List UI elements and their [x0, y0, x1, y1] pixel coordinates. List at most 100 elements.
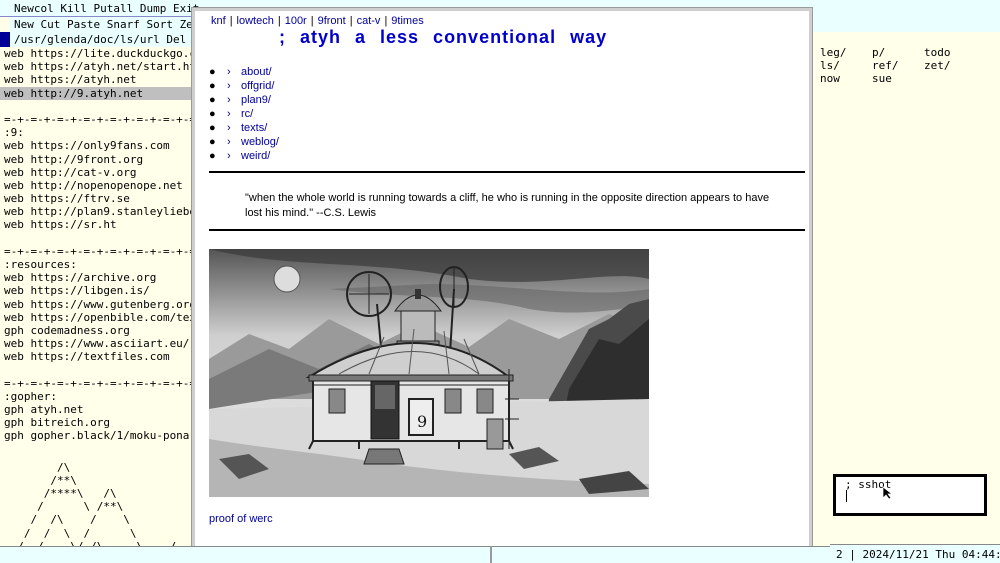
nav-link-9front[interactable]: 9front	[318, 15, 346, 27]
right-top-tag[interactable]	[810, 0, 1000, 17]
top-tag-text[interactable]: Newcol Kill Putall Dump Exit	[14, 2, 199, 15]
dome-house-illustration: 9	[209, 249, 649, 497]
url-line[interactable]: web https://atyh.net	[0, 73, 199, 86]
nav-link-knf[interactable]: knf	[211, 15, 226, 27]
separator-line[interactable]: =-+-=-+-=-+-=-+-=-+-=-+-=-+-=-	[0, 113, 199, 126]
browser-window[interactable]: knf | lowtech | 100r | 9front | cat-v | 9times ; a…	[192, 8, 812, 550]
chevron-right-icon: ›	[227, 136, 231, 148]
chevron-right-icon: ›	[227, 80, 231, 92]
ascii-art-line: / /\ / \	[4, 513, 130, 527]
nav-separator: |	[229, 15, 233, 27]
divider	[209, 171, 805, 173]
url-line[interactable]: web https://sr.ht	[0, 218, 199, 231]
menu-link[interactable]: weird/	[241, 150, 270, 162]
url-line[interactable]: gph codemadness.org	[0, 324, 199, 337]
file-entry[interactable]: zet/	[924, 59, 976, 72]
file-entry[interactable]: now	[820, 72, 872, 85]
url-line[interactable]: web https://openbible.com/text	[0, 311, 199, 324]
nav-link-100r[interactable]: 100r	[285, 15, 307, 27]
ascii-art-line: /\	[4, 460, 71, 474]
column-handle[interactable]	[0, 17, 10, 32]
file-entry[interactable]: leg/	[820, 46, 872, 59]
file-row: ls/ref/zet/	[820, 59, 1000, 72]
bullet-icon: ●	[209, 122, 216, 134]
section-heading[interactable]: :resources:	[0, 258, 199, 271]
menu-item[interactable]: ● › about/	[209, 65, 279, 79]
column-tag[interactable]: New Cut Paste Snarf Sort Zerox	[10, 17, 199, 32]
file-entry[interactable]: sue	[872, 72, 924, 85]
ascii-art-line: / / \ / \	[4, 526, 137, 540]
section-heading[interactable]: :gopher:	[0, 390, 199, 403]
nav-link-lowtech[interactable]: lowtech	[237, 15, 274, 27]
menu-link[interactable]: plan9/	[241, 94, 271, 106]
menu-item[interactable]: ● › plan9/	[209, 93, 279, 107]
nav-link-cat-v[interactable]: cat-v	[357, 15, 381, 27]
url-line[interactable]: web https://www.gutenberg.org/	[0, 298, 199, 311]
right-window-tag[interactable]	[810, 17, 1000, 32]
url-line[interactable]: web https://atyh.net/start.htm	[0, 60, 199, 73]
menu-link[interactable]: offgrid/	[241, 80, 274, 92]
url-line	[0, 232, 199, 245]
url-line[interactable]: web https://lite.duckduckgo.co	[0, 47, 199, 60]
menu-link[interactable]: rc/	[241, 108, 253, 120]
bullet-icon: ●	[209, 150, 216, 162]
column-boundary[interactable]	[490, 546, 492, 563]
file-row: now sue	[820, 72, 1000, 85]
file-list: leg/p/todo ls/ref/zet/now sue	[810, 32, 1000, 85]
url-line[interactable]: web https://www.asciiart.eu/	[0, 337, 199, 350]
menu-item[interactable]: ● › weblog/	[209, 135, 279, 149]
url-line[interactable]: gph bitreich.org	[0, 416, 199, 429]
url-line[interactable]: web https://textfiles.com	[0, 350, 199, 363]
url-line[interactable]: web https://ftrv.se	[0, 192, 199, 205]
left-column: New Cut Paste Snarf Sort Zerox /usr/glen…	[0, 17, 200, 563]
bottom-tag-strip[interactable]	[0, 546, 830, 563]
url-line[interactable]: web http://nopenopenope.net	[0, 179, 199, 192]
bullet-icon: ●	[209, 66, 216, 78]
file-entry[interactable]: p/	[872, 46, 924, 59]
chevron-right-icon: ›	[227, 150, 231, 162]
separator-line[interactable]: =-+-=-+-=-+-=-+-=-+-=-+-=-+-=-	[0, 245, 199, 258]
menu-item[interactable]: ● › offgrid/	[209, 79, 279, 93]
url-line[interactable]: web https://only9fans.com	[0, 139, 199, 152]
svg-text:9: 9	[417, 412, 427, 431]
file-entry[interactable]: ls/	[820, 59, 872, 72]
url-line	[0, 100, 199, 113]
mountain-ascii-art: /\ /**\ /****\ /\ / \ /**\ / /\ / \ / / …	[0, 443, 199, 553]
top-nav: knf | lowtech | 100r | 9front | cat-v | 9times	[211, 15, 424, 27]
file-entry[interactable]: ref/	[872, 59, 924, 72]
ascii-art-line: / \ /**\	[4, 500, 124, 514]
separator-line[interactable]: =-+-=-+-=-+-=-+-=-+-=-+-=-+-=-	[0, 377, 199, 390]
nav-link-9times[interactable]: 9times	[391, 15, 423, 27]
url-line[interactable]: web http://9front.org	[0, 153, 199, 166]
nav-separator: |	[349, 15, 353, 27]
bullet-icon: ●	[209, 80, 216, 92]
text-cursor	[846, 490, 847, 502]
status-clock: 2 | 2024/11/21 Thu 04:44:17	[830, 544, 1000, 563]
menu-link[interactable]: texts/	[241, 122, 267, 134]
menu-link[interactable]: weblog/	[241, 136, 279, 148]
nav-separator: |	[310, 15, 314, 27]
url-line[interactable]: gph atyh.net	[0, 403, 199, 416]
divider	[209, 229, 805, 231]
url-line[interactable]: web http://plan9.stanleylieber	[0, 205, 199, 218]
window-handle[interactable]	[0, 32, 10, 47]
url-line[interactable]: web https://libgen.is/	[0, 284, 199, 297]
url-line[interactable]: web https://archive.org	[0, 271, 199, 284]
nav-separator: |	[277, 15, 281, 27]
url-line[interactable]: web http://9.atyh.net	[0, 86, 199, 100]
menu-link[interactable]: about/	[241, 66, 272, 78]
url-line[interactable]: gph gopher.black/1/moku-pona	[0, 429, 199, 442]
section-heading[interactable]: :9:	[0, 126, 199, 139]
chevron-right-icon: ›	[227, 94, 231, 106]
menu-item[interactable]: ● › rc/	[209, 107, 279, 121]
footer-link[interactable]: proof of werc	[209, 513, 273, 525]
menu-item[interactable]: ● › texts/	[209, 121, 279, 135]
chevron-right-icon: ›	[227, 122, 231, 134]
file-row: leg/p/todo	[820, 46, 1000, 59]
url-line[interactable]: web http://cat-v.org	[0, 166, 199, 179]
menu-item[interactable]: ● › weird/	[209, 149, 279, 163]
window-tag[interactable]: /usr/glenda/doc/ls/url Del Sna	[10, 32, 199, 47]
bullet-icon: ●	[209, 94, 216, 106]
url-line	[0, 364, 199, 377]
file-entry[interactable]: todo	[924, 46, 976, 59]
